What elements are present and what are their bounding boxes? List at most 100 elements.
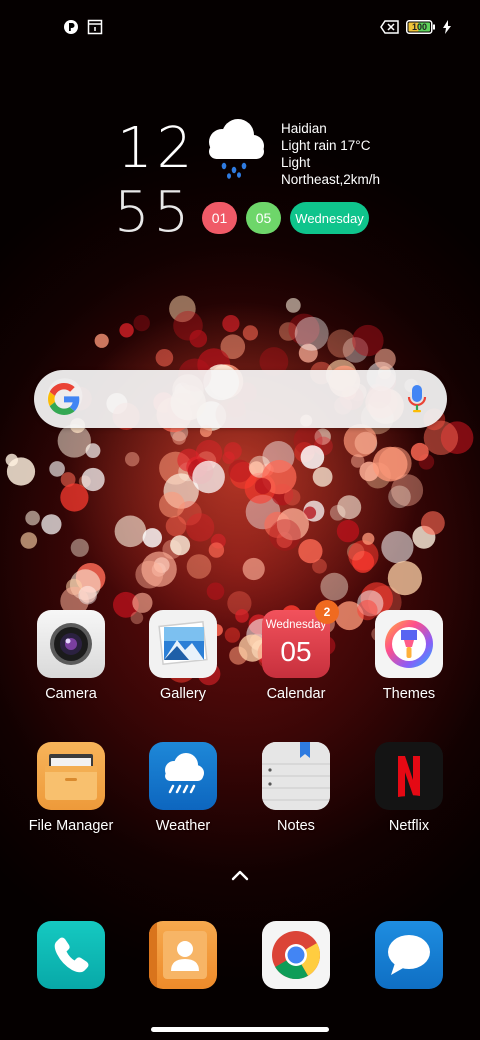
clock-minute: 55 — [114, 180, 194, 245]
battery-level: 100 — [411, 22, 428, 32]
bokeh-dot — [387, 561, 422, 596]
battery-icon: 100 — [406, 20, 436, 34]
app-weather[interactable]: Weather — [128, 742, 238, 834]
bokeh-dot — [135, 560, 164, 589]
bokeh-dot — [20, 532, 38, 549]
bokeh-dot — [49, 461, 65, 477]
bokeh-dot — [189, 329, 208, 348]
app-label: Camera — [45, 686, 97, 702]
home-indicator[interactable] — [151, 1027, 329, 1032]
app-themes[interactable]: Themes — [354, 610, 464, 702]
bokeh-dot — [410, 442, 429, 461]
bokeh-dot — [57, 424, 91, 458]
status-bar: 100 — [0, 0, 480, 56]
app-camera[interactable]: Camera — [16, 610, 126, 702]
bokeh-dot — [165, 515, 187, 537]
chrome-icon — [262, 921, 330, 989]
weather-info: Haidian Light rain 17°C Light Northeast,… — [281, 120, 380, 188]
bokeh-dot — [94, 333, 109, 348]
bokeh-dot — [142, 528, 162, 548]
app-label: Gallery — [160, 686, 206, 702]
messages-icon — [375, 921, 443, 989]
bokeh-dot — [242, 557, 265, 581]
notes-icon — [262, 742, 330, 810]
bokeh-dot — [298, 539, 323, 564]
app-label: Notes — [277, 818, 315, 834]
dock-messages[interactable] — [354, 921, 464, 989]
bokeh-dot — [343, 424, 377, 458]
notification-app-icon — [63, 19, 79, 35]
bokeh-dot — [25, 510, 40, 526]
weather-wind: Northeast,2km/h — [281, 172, 381, 187]
bokeh-dot — [155, 349, 174, 367]
bokeh-dot — [172, 431, 186, 445]
app-calendar[interactable]: Wednesday 05 2 Calendar — [241, 600, 351, 702]
bokeh-dot — [208, 542, 225, 558]
bokeh-dot — [185, 513, 215, 542]
bokeh-dot — [421, 511, 445, 535]
date-weekday-pill: Wednesday — [290, 202, 369, 234]
google-logo-icon — [48, 383, 80, 415]
dock-chrome[interactable] — [241, 921, 351, 989]
file-manager-icon — [37, 742, 105, 810]
weather-wind-strength: Light — [281, 155, 311, 170]
app-file-manager[interactable]: File Manager — [16, 742, 126, 834]
bokeh-dot — [159, 491, 185, 518]
app-label: Netflix — [388, 818, 430, 834]
bokeh-dot — [206, 582, 225, 601]
bokeh-dot — [381, 531, 414, 564]
bokeh-dot — [312, 467, 333, 487]
bokeh-dot — [320, 572, 349, 601]
dock-contacts[interactable] — [128, 921, 238, 989]
google-search-bar[interactable] — [34, 370, 447, 428]
bokeh-dot — [41, 514, 62, 535]
charging-icon — [442, 19, 452, 35]
screenshot-notification-icon — [87, 19, 103, 35]
bokeh-dot — [119, 323, 134, 338]
bokeh-dot — [254, 478, 272, 495]
netflix-icon — [375, 742, 443, 810]
bokeh-dot — [294, 316, 329, 351]
bokeh-dot — [78, 585, 97, 605]
bokeh-dot — [300, 445, 325, 469]
weather-app-icon — [149, 742, 217, 810]
camera-icon — [37, 610, 105, 678]
app-label: Weather — [155, 818, 211, 834]
bokeh-dot — [329, 505, 346, 521]
bokeh-dot — [327, 329, 356, 358]
themes-icon — [375, 610, 443, 678]
rain-cloud-icon — [209, 119, 264, 179]
bokeh-dot — [60, 483, 89, 512]
app-netflix[interactable]: Netflix — [354, 742, 464, 834]
bokeh-dot — [5, 453, 18, 467]
voice-search-mic-icon[interactable] — [407, 384, 427, 414]
weather-location: Haidian — [281, 121, 327, 136]
bokeh-dot — [170, 535, 191, 556]
bokeh-dot — [125, 452, 140, 467]
bokeh-dot — [362, 532, 375, 545]
app-label: Calendar — [266, 686, 326, 702]
clock-hour: 12 — [117, 116, 197, 181]
weather-condition: Light rain 17°C — [281, 138, 371, 153]
app-gallery[interactable]: Gallery — [128, 610, 238, 702]
dock-phone[interactable] — [16, 921, 126, 989]
bokeh-dot — [192, 460, 225, 494]
date-day-pill: 05 — [246, 202, 281, 234]
phone-icon — [37, 921, 105, 989]
bokeh-dot — [222, 451, 235, 464]
bokeh-dot — [352, 324, 384, 357]
bokeh-dot — [285, 298, 301, 313]
app-drawer-chevron-up-icon[interactable] — [229, 867, 251, 883]
bokeh-dot — [133, 314, 150, 332]
bokeh-dot — [81, 467, 105, 492]
bokeh-dot — [388, 485, 411, 509]
calendar-icon-day: 05 — [280, 636, 312, 667]
app-notes[interactable]: Notes — [241, 742, 351, 834]
date-month-pill: 01 — [202, 202, 237, 234]
contacts-icon — [149, 921, 217, 989]
bokeh-dot — [348, 540, 379, 571]
bokeh-dot — [70, 538, 89, 557]
app-label: Themes — [382, 686, 436, 702]
calendar-notification-badge: 2 — [315, 600, 339, 624]
gallery-icon — [149, 610, 217, 678]
